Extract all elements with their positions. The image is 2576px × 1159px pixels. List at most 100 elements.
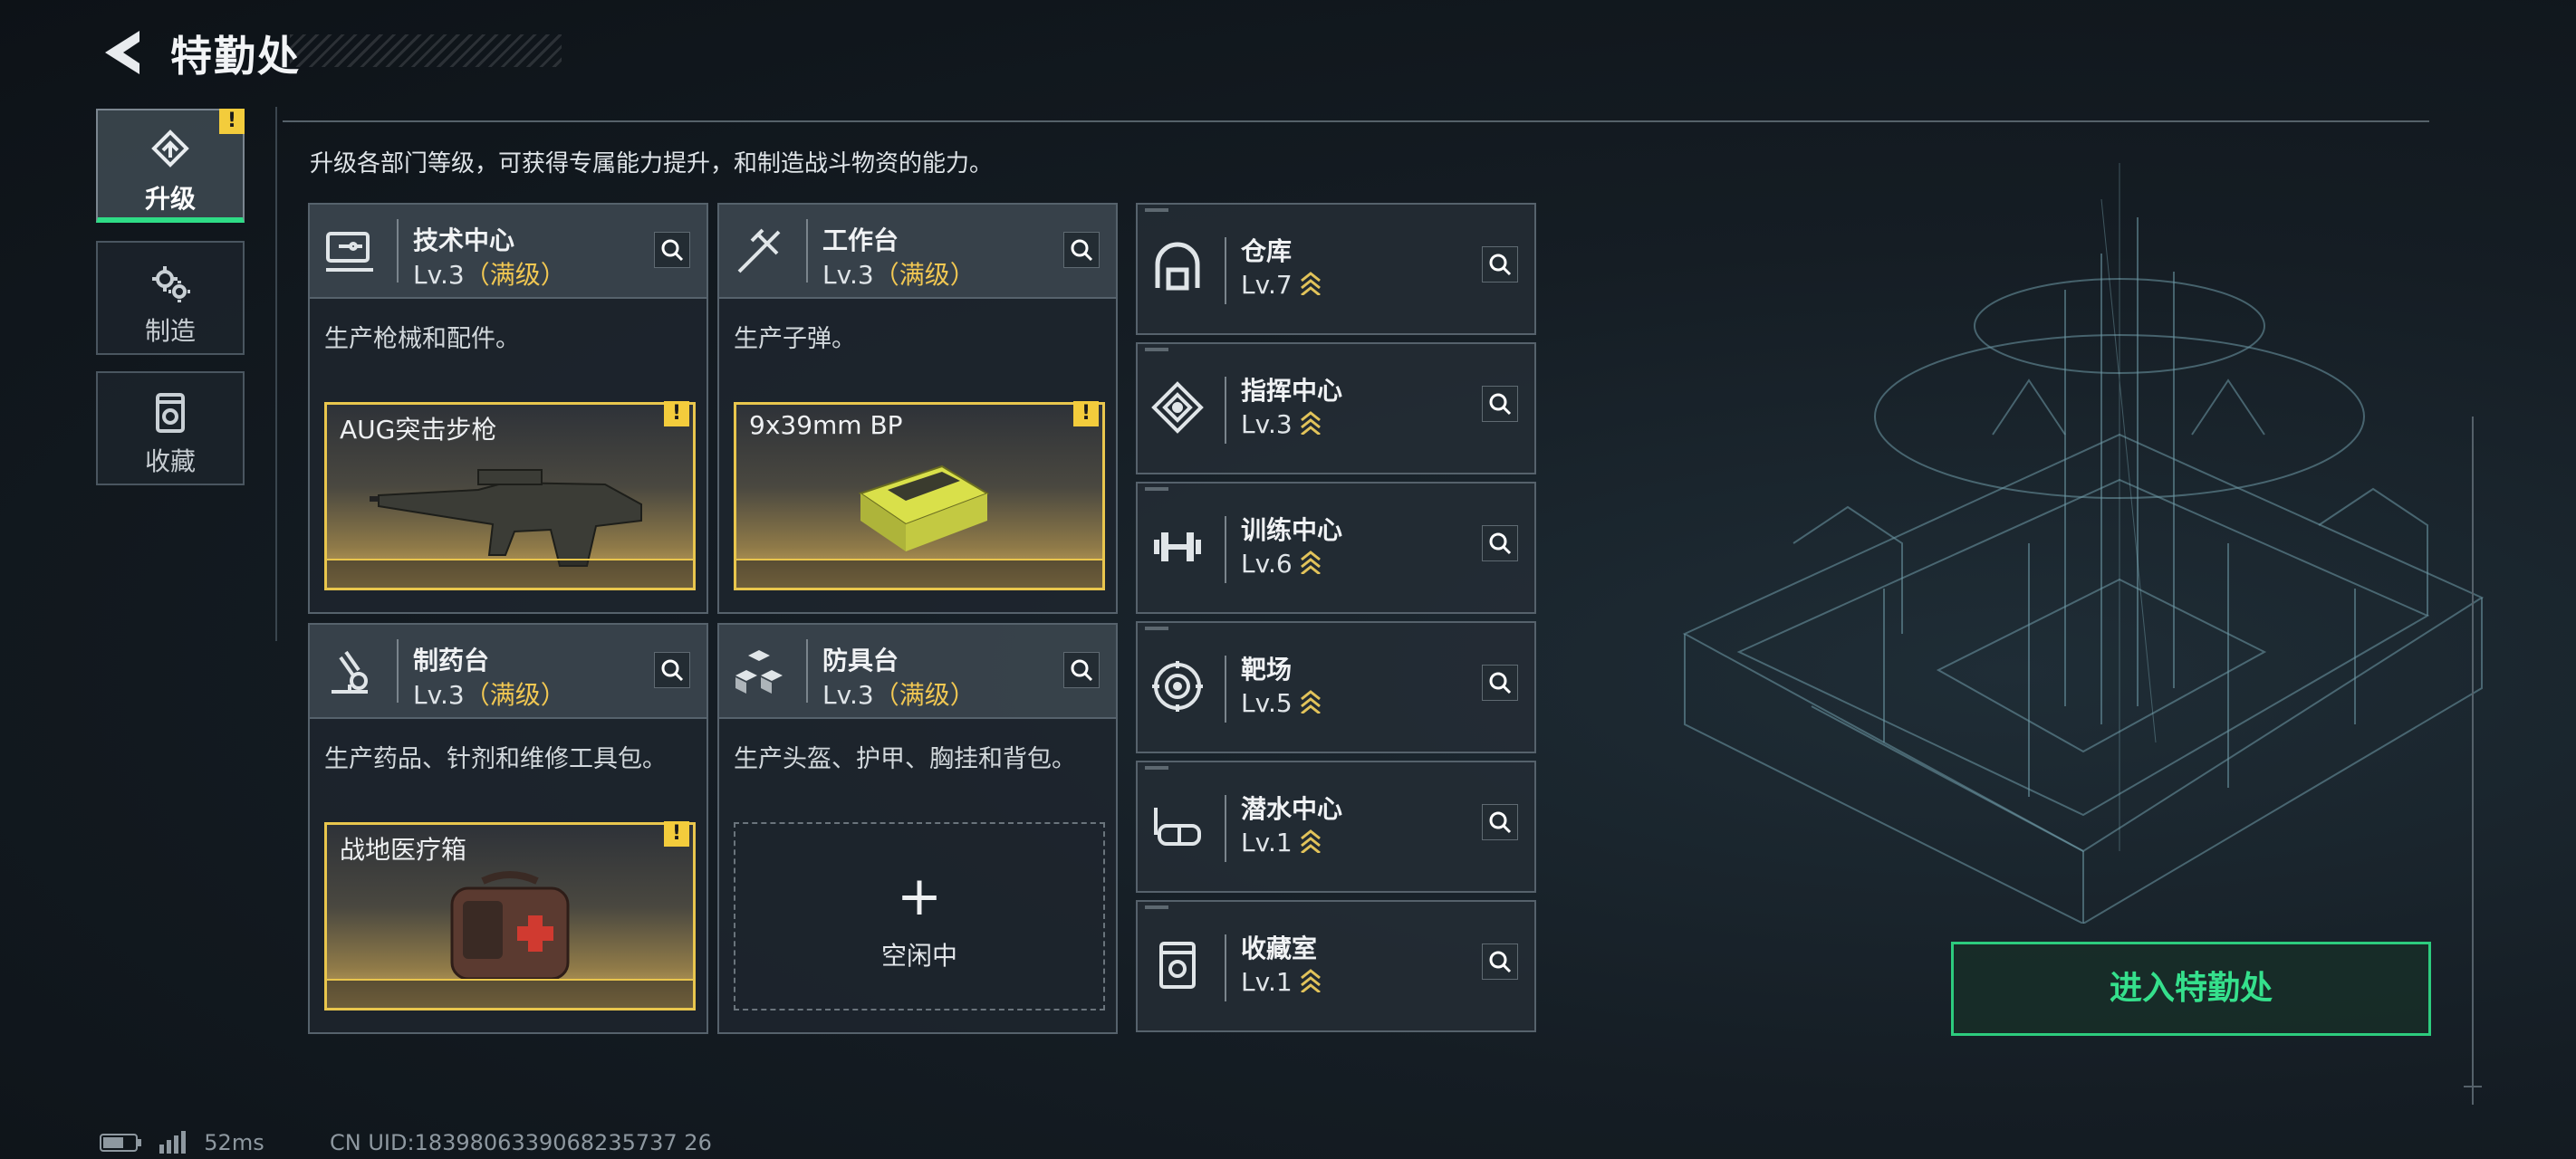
tab-craft[interactable]: 制造 <box>96 241 245 355</box>
facility-level: Lv.1 <box>1241 828 1322 857</box>
inspect-button[interactable] <box>1482 525 1518 561</box>
header-separator <box>397 639 399 703</box>
warning-badge: ! <box>664 401 689 426</box>
card-name: 制药台 <box>413 646 490 675</box>
card-workbench[interactable]: 工作台 Lv.3（满级） 生产子弹。 9x39mm BP ! <box>717 203 1118 614</box>
warning-badge: ! <box>664 821 689 847</box>
header-separator <box>397 219 399 283</box>
medkit-image <box>450 871 570 981</box>
workstation-icon <box>326 232 373 272</box>
facility-level: Lv.5 <box>1241 688 1322 718</box>
card-header: 防具台 Lv.3（满级） <box>719 625 1116 719</box>
upgrade-arrow-icon <box>1300 690 1321 714</box>
upgrade-arrow-icon <box>1300 411 1321 435</box>
facility-name: 收藏室 <box>1241 934 1318 963</box>
magnifier-icon <box>1489 254 1512 276</box>
card-description: 生产头盔、护甲、胸挂和背包。 <box>734 745 1076 773</box>
warehouse-icon <box>1155 242 1200 291</box>
card-level: Lv.3（满级） <box>413 260 566 290</box>
goggles-icon <box>1154 808 1201 846</box>
idle-production-slot[interactable]: + 空闲中 <box>734 822 1105 1011</box>
warning-badge: ! <box>219 109 245 134</box>
magnifier-icon <box>661 239 684 262</box>
facility-level: Lv.6 <box>1241 549 1322 579</box>
inspect-button[interactable] <box>654 652 690 688</box>
ping-text: 52ms <box>204 1130 264 1155</box>
inspect-button[interactable] <box>1482 943 1518 980</box>
signal-icon <box>159 1131 186 1154</box>
facility-level: Lv.3 <box>1241 409 1322 439</box>
header-separator <box>806 219 808 283</box>
ammo-box-image <box>858 465 990 551</box>
card-header: 工作台 Lv.3（满级） <box>719 205 1116 299</box>
card-name: 工作台 <box>822 225 899 255</box>
magnifier-icon <box>1071 659 1093 682</box>
hud-corner-decoration <box>2464 417 2482 1105</box>
card-description: 生产药品、针剂和维修工具包。 <box>324 745 667 773</box>
magnifier-icon <box>1489 393 1512 416</box>
upgrade-arrow-icon <box>1300 551 1321 574</box>
card-level: Lv.3（满级） <box>413 680 566 710</box>
back-arrow-icon[interactable] <box>100 27 143 78</box>
upgrade-arrow-icon <box>1300 969 1321 992</box>
tab-collection[interactable]: 收藏 <box>96 371 245 485</box>
magnifier-icon <box>1071 239 1093 262</box>
upgrade-arrow-icon <box>1300 829 1321 853</box>
facility-shooting-range[interactable]: 靶场 Lv.5 <box>1136 621 1536 753</box>
header-divider <box>283 120 2429 122</box>
target-icon <box>1152 661 1203 712</box>
magnifier-icon <box>1489 672 1512 694</box>
production-slot[interactable]: AUG突击步枪 ! <box>324 401 696 590</box>
inspect-button[interactable] <box>1482 386 1518 422</box>
facility-name: 训练中心 <box>1241 515 1343 545</box>
tab-upgrade[interactable]: 升级 ! <box>96 109 245 223</box>
card-tech-center[interactable]: 技术中心 Lv.3（满级） 生产枪械和配件。 AUG突击步枪 ! <box>308 203 708 614</box>
production-slot[interactable]: 9x39mm BP ! <box>734 401 1105 590</box>
facility-collection-room[interactable]: 收藏室 Lv.1 <box>1136 900 1536 1032</box>
header-separator <box>806 639 808 703</box>
command-icon <box>1151 381 1204 434</box>
network-status: 52ms <box>100 1130 264 1155</box>
card-level: Lv.3（满级） <box>822 680 976 710</box>
card-level: Lv.3（满级） <box>822 260 976 290</box>
facility-name: 仓库 <box>1241 236 1293 266</box>
card-armor-bench[interactable]: 防具台 Lv.3（满级） 生产头盔、护甲、胸挂和背包。 + 空闲中 <box>717 623 1118 1034</box>
inspect-button[interactable] <box>1063 652 1100 688</box>
production-slot[interactable]: 战地医疗箱 ! <box>324 821 696 1011</box>
battery-icon <box>100 1134 141 1152</box>
inspect-button[interactable] <box>1482 246 1518 283</box>
tools-icon <box>737 228 781 273</box>
upgrade-icon <box>151 129 189 168</box>
idle-label: 空闲中 <box>880 941 957 971</box>
cubes-icon <box>735 650 783 694</box>
inspect-button[interactable] <box>1063 232 1100 268</box>
upgrade-arrow-icon <box>1300 272 1321 295</box>
facility-level: Lv.1 <box>1241 967 1322 997</box>
facility-command-center[interactable]: 指挥中心 Lv.3 <box>1136 342 1536 474</box>
inspect-button[interactable] <box>654 232 690 268</box>
card-pharmacy[interactable]: 制药台 Lv.3（满级） 生产药品、针剂和维修工具包。 战地医疗箱 ! <box>308 623 708 1034</box>
collection-icon <box>156 393 185 433</box>
user-uid: CN UID:1839806339068235737 26 <box>330 1130 712 1155</box>
sidebar-divider <box>275 107 277 641</box>
rifle-image <box>370 469 642 567</box>
magnifier-icon <box>1489 811 1512 834</box>
facility-diving-center[interactable]: 潜水中心 Lv.1 <box>1136 761 1536 893</box>
product-name: 战地医疗箱 <box>340 835 467 865</box>
enter-special-ops-button[interactable]: 进入特勤处 <box>1951 942 2431 1036</box>
facility-level: Lv.7 <box>1241 270 1322 300</box>
card-name: 技术中心 <box>413 225 515 255</box>
inspect-button[interactable] <box>1482 804 1518 840</box>
facility-training-center[interactable]: 训练中心 Lv.6 <box>1136 482 1536 614</box>
title-decoration <box>290 34 562 67</box>
intro-text: 升级各部门等级，可获得专属能力提升，和制造战斗物资的能力。 <box>310 150 994 177</box>
dumbbell-icon <box>1154 532 1201 561</box>
plus-icon: + <box>896 865 943 928</box>
facility-warehouse[interactable]: 仓库 Lv.7 <box>1136 203 1536 335</box>
facility-name: 靶场 <box>1241 655 1293 685</box>
inspect-button[interactable] <box>1482 665 1518 701</box>
card-description: 生产枪械和配件。 <box>324 325 520 353</box>
progress-bar <box>736 559 1102 588</box>
facility-name: 指挥中心 <box>1241 376 1343 406</box>
magnifier-icon <box>661 659 684 682</box>
